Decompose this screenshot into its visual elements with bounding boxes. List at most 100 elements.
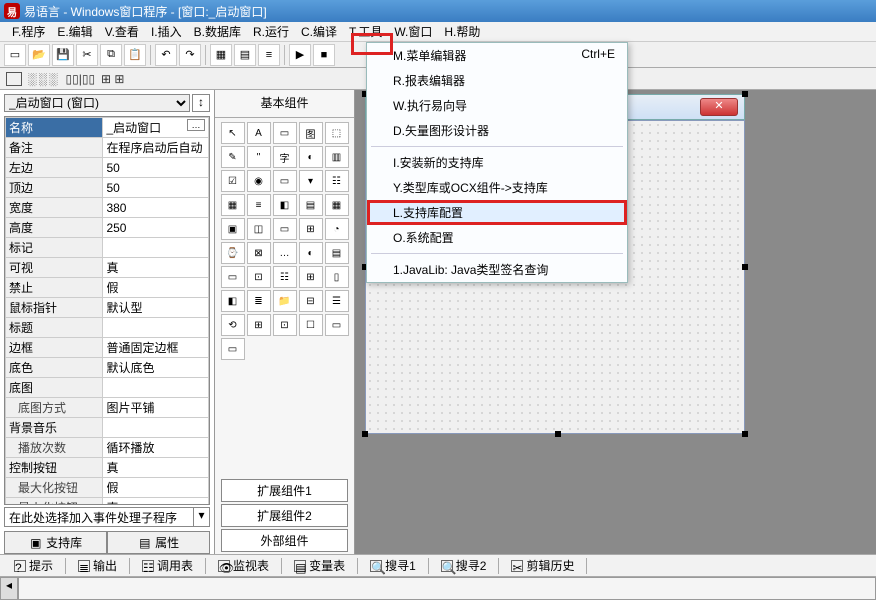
- tool-stop-icon[interactable]: ■: [313, 44, 335, 66]
- resize-handle[interactable]: [742, 431, 748, 437]
- tab-ext-comp-2[interactable]: 扩展组件2: [221, 504, 348, 527]
- tool-open-icon[interactable]: 📂: [28, 44, 50, 66]
- bottom-tab[interactable]: ☷调用表: [136, 556, 199, 575]
- resize-handle[interactable]: [742, 264, 748, 270]
- layout-rect-icon[interactable]: [6, 72, 22, 86]
- prop-value[interactable]: 50: [103, 158, 209, 178]
- component-icon[interactable]: ▯: [325, 266, 349, 288]
- component-icon[interactable]: ": [247, 146, 271, 168]
- tool-layout3-icon[interactable]: ≡: [258, 44, 280, 66]
- prop-value[interactable]: 默认型: [103, 298, 209, 318]
- menu-item[interactable]: V.查看: [101, 21, 143, 42]
- component-icon[interactable]: ⊠: [247, 242, 271, 264]
- component-icon[interactable]: ▭: [221, 338, 245, 360]
- component-icon[interactable]: ⬚: [325, 122, 349, 144]
- tool-undo-icon[interactable]: ↶: [155, 44, 177, 66]
- component-icon[interactable]: ◔: [325, 218, 349, 240]
- scroll-left-icon[interactable]: ◂: [0, 577, 18, 600]
- component-icon[interactable]: ▤: [299, 194, 323, 216]
- prop-value[interactable]: [103, 418, 209, 438]
- bottom-tab[interactable]: 🔍搜寻1: [364, 556, 422, 575]
- menu-item[interactable]: I.插入: [147, 21, 186, 42]
- prop-value[interactable]: _启动窗口…: [103, 118, 209, 138]
- scroll-track[interactable]: [18, 577, 876, 600]
- component-icon[interactable]: ☷: [325, 170, 349, 192]
- menu-item[interactable]: L.支持库配置: [367, 200, 627, 225]
- tool-new-icon[interactable]: ▭: [4, 44, 26, 66]
- prop-value[interactable]: 50: [103, 178, 209, 198]
- prop-value[interactable]: 250: [103, 218, 209, 238]
- layout-dots-icon[interactable]: ░░░: [28, 72, 60, 86]
- menu-item[interactable]: Y.类型库或OCX组件->支持库: [367, 175, 627, 200]
- bottom-tab[interactable]: ?提示: [8, 556, 59, 575]
- prop-value[interactable]: 真: [103, 498, 209, 506]
- selector-flip-icon[interactable]: ↕: [192, 94, 210, 112]
- prop-value[interactable]: 假: [103, 278, 209, 298]
- component-icon[interactable]: ☑: [221, 170, 245, 192]
- component-icon[interactable]: ▾: [299, 170, 323, 192]
- prop-value[interactable]: 380: [103, 198, 209, 218]
- tool-cut-icon[interactable]: ✂: [76, 44, 98, 66]
- prop-ellipsis-icon[interactable]: …: [187, 119, 205, 131]
- component-icon[interactable]: ▥: [325, 146, 349, 168]
- menu-item[interactable]: H.帮助: [440, 21, 484, 42]
- component-icon[interactable]: ▦: [221, 194, 245, 216]
- prop-value[interactable]: 循环播放: [103, 438, 209, 458]
- component-icon[interactable]: ◐: [299, 146, 323, 168]
- component-icon[interactable]: ⊞: [299, 266, 323, 288]
- component-icon[interactable]: ≡: [247, 194, 271, 216]
- menu-item[interactable]: E.编辑: [53, 21, 96, 42]
- tool-redo-icon[interactable]: ↷: [179, 44, 201, 66]
- component-icon[interactable]: ☐: [299, 314, 323, 336]
- prop-value[interactable]: 假: [103, 478, 209, 498]
- component-icon[interactable]: ⊡: [273, 314, 297, 336]
- prop-value[interactable]: 真: [103, 258, 209, 278]
- menu-item[interactable]: M.菜单编辑器Ctrl+E: [367, 43, 627, 68]
- component-icon[interactable]: ↖: [221, 122, 245, 144]
- component-icon[interactable]: ◧: [221, 290, 245, 312]
- layout-align-icon[interactable]: ▯▯|▯▯: [66, 72, 96, 86]
- component-icon[interactable]: …: [273, 242, 297, 264]
- component-icon[interactable]: ⟲: [221, 314, 245, 336]
- component-icon[interactable]: ☰: [325, 290, 349, 312]
- tool-save-icon[interactable]: 💾: [52, 44, 74, 66]
- component-icon[interactable]: ▦: [325, 194, 349, 216]
- bottom-tab[interactable]: ≣输出: [72, 556, 123, 575]
- component-icon[interactable]: 字: [273, 146, 297, 168]
- component-icon[interactable]: ◐: [299, 242, 323, 264]
- menu-item[interactable]: W.执行易向导: [367, 93, 627, 118]
- menu-item[interactable]: B.数据库: [190, 21, 245, 42]
- menu-item[interactable]: C.编译: [297, 21, 341, 42]
- layout-dist-icon[interactable]: ⊞ ⊞: [101, 72, 124, 86]
- prop-value[interactable]: 真: [103, 458, 209, 478]
- component-icon[interactable]: ⊡: [247, 266, 271, 288]
- tab-ext-comp-ext[interactable]: 外部组件: [221, 529, 348, 552]
- resize-handle[interactable]: [362, 431, 368, 437]
- component-icon[interactable]: ⊟: [299, 290, 323, 312]
- event-selector-input[interactable]: [5, 508, 193, 526]
- prop-value[interactable]: 默认底色: [103, 358, 209, 378]
- tool-paste-icon[interactable]: 📋: [124, 44, 146, 66]
- component-icon[interactable]: ✎: [221, 146, 245, 168]
- component-icon[interactable]: ≣: [247, 290, 271, 312]
- prop-value[interactable]: [103, 378, 209, 398]
- tab-properties[interactable]: ▤ 属性: [107, 531, 210, 554]
- component-icon[interactable]: ▭: [325, 314, 349, 336]
- bottom-tab[interactable]: ✂剪辑历史: [505, 556, 580, 575]
- tool-layout2-icon[interactable]: ▤: [234, 44, 256, 66]
- prop-value[interactable]: [103, 238, 209, 258]
- component-icon[interactable]: ⊞: [299, 218, 323, 240]
- tab-support-lib[interactable]: ▣ 支持库: [4, 531, 107, 554]
- bottom-tab[interactable]: 👁监视表: [212, 556, 275, 575]
- resize-handle[interactable]: [555, 431, 561, 437]
- component-icon[interactable]: ▣: [221, 218, 245, 240]
- component-icon[interactable]: ▭: [273, 170, 297, 192]
- tab-ext-comp-1[interactable]: 扩展组件1: [221, 479, 348, 502]
- component-icon[interactable]: 图: [299, 122, 323, 144]
- tool-layout1-icon[interactable]: ▦: [210, 44, 232, 66]
- prop-value[interactable]: 图片平铺: [103, 398, 209, 418]
- component-icon[interactable]: ▭: [273, 218, 297, 240]
- menu-item[interactable]: 1.JavaLib: Java类型签名查询: [367, 257, 627, 282]
- event-selector-toggle-icon[interactable]: ▾: [193, 508, 209, 526]
- menu-item[interactable]: D.矢量图形设计器: [367, 118, 627, 143]
